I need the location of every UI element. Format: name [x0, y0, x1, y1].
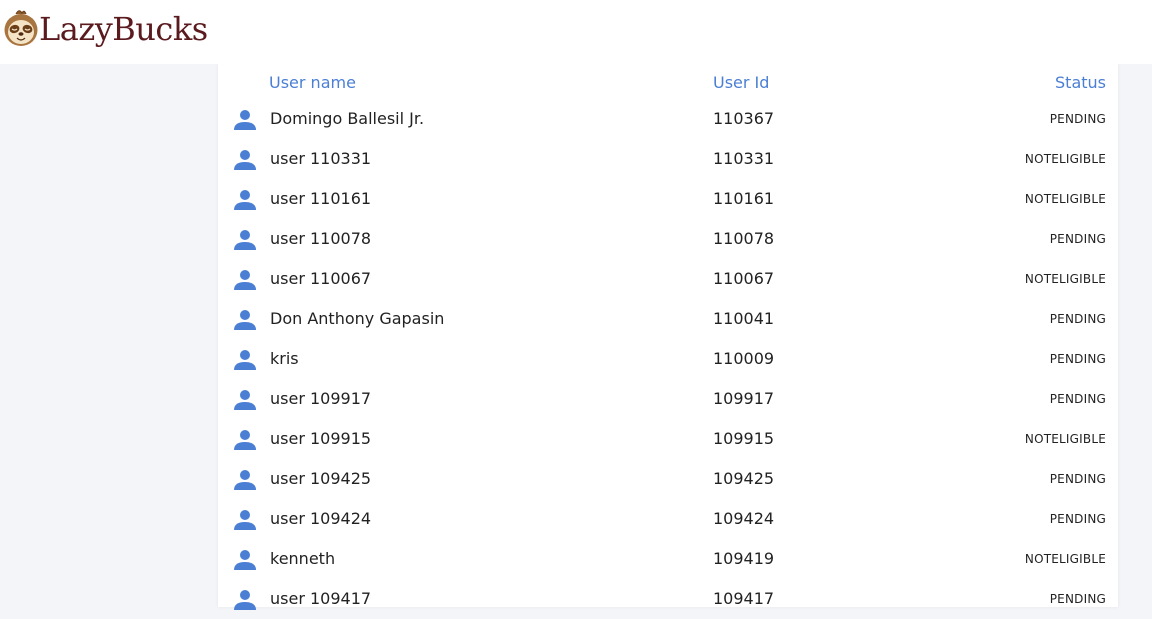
- user-icon: [234, 510, 256, 530]
- brand-logo[interactable]: LazyBucks: [3, 6, 208, 52]
- user-id-cell: 109917: [713, 389, 775, 408]
- status-cell: PENDING: [1049, 112, 1106, 126]
- table-row[interactable]: user 110331 110331 NOTELIGIBLE: [218, 139, 1118, 179]
- user-id-cell: 110009: [713, 349, 775, 368]
- user-id-cell: 110367: [713, 109, 775, 128]
- user-icon: [234, 190, 256, 210]
- user-name-cell: Don Anthony Gapasin: [270, 309, 445, 328]
- user-name-cell: user 110067: [270, 269, 372, 288]
- status-cell: NOTELIGIBLE: [1024, 192, 1106, 206]
- status-cell: NOTELIGIBLE: [1024, 152, 1106, 166]
- user-icon: [234, 350, 256, 370]
- user-name-cell: user 110161: [270, 189, 372, 208]
- brand-name: LazyBucks: [39, 10, 208, 48]
- status-cell: PENDING: [1049, 592, 1106, 606]
- user-icon: [234, 470, 256, 490]
- user-icon: [234, 150, 256, 170]
- user-name-cell: user 110078: [270, 229, 372, 248]
- column-header-user-name[interactable]: User name: [269, 73, 356, 92]
- user-icon: [234, 590, 256, 610]
- user-id-cell: 109417: [713, 589, 775, 608]
- user-icon: [234, 430, 256, 450]
- status-cell: PENDING: [1049, 352, 1106, 366]
- users-table: User name User Id Status Domingo Ballesi…: [218, 64, 1118, 610]
- status-cell: PENDING: [1049, 232, 1106, 246]
- user-id-cell: 110067: [713, 269, 775, 288]
- status-cell: PENDING: [1049, 392, 1106, 406]
- user-name-cell: kris: [270, 349, 299, 368]
- table-row[interactable]: Domingo Ballesil Jr. 110367 PENDING: [218, 99, 1118, 139]
- status-cell: NOTELIGIBLE: [1024, 432, 1106, 446]
- table-header: User name User Id Status: [218, 64, 1118, 102]
- user-id-cell: 110161: [713, 189, 775, 208]
- status-cell: PENDING: [1049, 512, 1106, 526]
- user-id-cell: 110078: [713, 229, 775, 248]
- status-cell: NOTELIGIBLE: [1024, 272, 1106, 286]
- table-row[interactable]: user 109425 109425 PENDING: [218, 459, 1118, 499]
- user-name-cell: user 109417: [270, 589, 372, 608]
- user-id-cell: 109424: [713, 509, 775, 528]
- table-row[interactable]: user 109424 109424 PENDING: [218, 499, 1118, 539]
- user-id-cell: 109419: [713, 549, 775, 568]
- table-row[interactable]: user 109915 109915 NOTELIGIBLE: [218, 419, 1118, 459]
- table-row[interactable]: kenneth 109419 NOTELIGIBLE: [218, 539, 1118, 579]
- table-body: Domingo Ballesil Jr. 110367 PENDING user 11…: [218, 99, 1118, 619]
- status-cell: PENDING: [1049, 472, 1106, 486]
- sloth-logo-icon: [4, 10, 38, 46]
- user-icon: [234, 230, 256, 250]
- status-cell: PENDING: [1049, 312, 1106, 326]
- table-row[interactable]: Don Anthony Gapasin 110041 PENDING: [218, 299, 1118, 339]
- user-id-cell: 109915: [713, 429, 775, 448]
- user-name-cell: Domingo Ballesil Jr.: [270, 109, 425, 128]
- table-row[interactable]: user 110067 110067 NOTELIGIBLE: [218, 259, 1118, 299]
- table-row[interactable]: user 110078 110078 PENDING: [218, 219, 1118, 259]
- user-name-cell: user 109425: [270, 469, 372, 488]
- user-name-cell: user 109424: [270, 509, 372, 528]
- user-name-cell: user 109917: [270, 389, 372, 408]
- user-id-cell: 110331: [713, 149, 775, 168]
- user-icon: [234, 550, 256, 570]
- table-row[interactable]: user 109417 109417 PENDING: [218, 579, 1118, 619]
- column-header-user-id[interactable]: User Id: [713, 73, 769, 92]
- user-name-cell: user 109915: [270, 429, 372, 448]
- user-icon: [234, 310, 256, 330]
- user-icon: [234, 390, 256, 410]
- user-icon: [234, 110, 256, 130]
- table-row[interactable]: kris 110009 PENDING: [218, 339, 1118, 379]
- app-header: LazyBucks: [0, 0, 1152, 64]
- table-row[interactable]: user 109917 109917 PENDING: [218, 379, 1118, 419]
- user-name-cell: kenneth: [270, 549, 336, 568]
- table-row[interactable]: user 110161 110161 NOTELIGIBLE: [218, 179, 1118, 219]
- status-cell: NOTELIGIBLE: [1024, 552, 1106, 566]
- user-icon: [234, 270, 256, 290]
- column-header-status[interactable]: Status: [1055, 73, 1106, 92]
- user-name-cell: user 110331: [270, 149, 372, 168]
- user-id-cell: 109425: [713, 469, 775, 488]
- user-id-cell: 110041: [713, 309, 775, 328]
